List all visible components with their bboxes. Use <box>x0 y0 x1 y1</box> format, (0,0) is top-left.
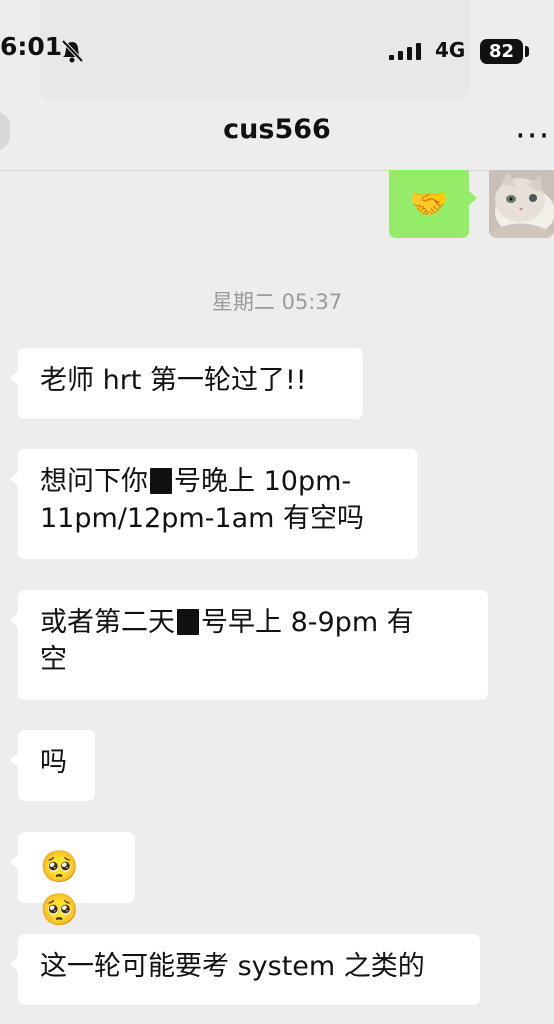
bell-off-icon <box>61 39 84 63</box>
message-text: 号晚上 10pm- <box>174 466 352 497</box>
message-text: 老师 hrt 第一轮过了!! <box>40 365 307 396</box>
message-line: 空 <box>40 644 67 675</box>
redacted-mark <box>150 468 172 494</box>
message-line: 想问下你 号晚上 10pm- <box>40 463 398 500</box>
signal-icon <box>389 43 421 60</box>
battery-tip <box>525 46 529 57</box>
message-line: 或者第二天 号早上 8-9pm 有 <box>40 604 468 641</box>
handshake-emoji: 🤝 <box>409 185 449 222</box>
message-bubble[interactable]: 老师 hrt 第一轮过了!! <box>10 348 363 419</box>
status-time: 6:01 <box>0 32 63 61</box>
message-timestamp: 星期二 05:37 <box>211 290 343 314</box>
chat-title: cus566 <box>223 114 331 145</box>
message-bubble[interactable]: 吗 <box>10 730 95 801</box>
pleading-face-emoji: 🥺🥺 <box>40 849 79 928</box>
message-text: 想问下你 <box>40 466 148 497</box>
sent-message[interactable]: 🤝 <box>389 170 477 238</box>
redacted-mark <box>177 609 199 635</box>
battery-icon: 82 <box>480 39 523 64</box>
more-button[interactable]: ··· <box>515 116 550 156</box>
message-list: 🤝 星期二 05:37 老师 hrt 第一轮过了!! 想问下你 号晚上 10pm-… <box>0 170 554 1024</box>
message-text: 吗 <box>40 747 67 778</box>
message-bubble[interactable]: 🥺🥺 <box>10 832 135 928</box>
message-line: 11pm/12pm-1am 有空吗 <box>40 503 365 534</box>
cat-avatar[interactable] <box>489 170 554 238</box>
message-text: 号早上 8-9pm 有 <box>201 607 414 638</box>
message-text: 这一轮可能要考 system 之类的 <box>40 951 425 982</box>
message-bubble[interactable]: 想问下你 号晚上 10pm- 11pm/12pm-1am 有空吗 <box>10 449 418 559</box>
message-bubble[interactable]: 这一轮可能要考 system 之类的 <box>10 934 480 1005</box>
emoji-row: 🥺🥺 <box>40 846 115 932</box>
network-type: 4G <box>435 38 466 62</box>
status-bar: 6:01 4G 82 <box>0 0 554 120</box>
message-text: 或者第二天 <box>40 607 175 638</box>
chat-header: cus566 ··· <box>0 100 554 171</box>
message-bubble[interactable]: 或者第二天 号早上 8-9pm 有 空 <box>10 590 488 700</box>
